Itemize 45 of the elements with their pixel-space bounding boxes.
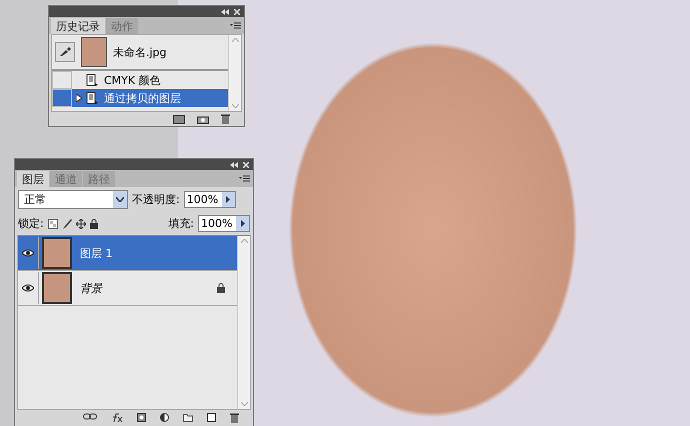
close-icon[interactable] (234, 8, 240, 14)
opacity-label: 不透明度: (132, 192, 180, 207)
move-icon (76, 218, 86, 228)
layer-thumbnail (42, 272, 72, 304)
link-icon (83, 413, 97, 420)
trash-icon (230, 413, 239, 423)
document-icon (86, 74, 98, 86)
collapse-icon[interactable] (230, 162, 238, 168)
mask-icon (137, 413, 146, 422)
blend-mode-dropdown[interactable]: 正常 (18, 190, 128, 209)
triangle-right-icon[interactable] (240, 220, 244, 227)
snapshot-name[interactable]: 未命名.jpg (113, 44, 167, 60)
half-circle-icon (160, 413, 169, 422)
folder-icon (183, 413, 193, 422)
collapse-icon[interactable] (221, 8, 229, 14)
eye-icon[interactable] (22, 249, 34, 257)
panel-tab[interactable]: 历史记录 (51, 18, 105, 34)
panel-tab[interactable]: 图层 (17, 171, 49, 187)
panel-menu-icon[interactable] (230, 22, 241, 29)
eye-icon[interactable] (22, 284, 34, 292)
snapshot-thumbnail (81, 37, 107, 67)
trash-icon (221, 114, 230, 124)
opacity-field[interactable]: 100% (184, 191, 236, 208)
lock-label: 锁定: (18, 216, 44, 231)
history-state[interactable]: 通过拷贝的图层 (52, 89, 228, 107)
triangle-right-icon[interactable] (226, 196, 230, 203)
new-layer-icon (207, 413, 216, 422)
chevron-down-icon (116, 197, 124, 202)
panel-menu-icon[interactable] (239, 175, 250, 182)
fx-icon (111, 413, 123, 422)
padlock-icon (90, 218, 98, 228)
layer-row[interactable]: 背景 (18, 271, 237, 306)
history-brush-icon[interactable] (55, 42, 75, 62)
close-icon[interactable] (243, 162, 249, 168)
document-icon (86, 92, 98, 104)
new-document-icon (173, 114, 185, 124)
current-state-icon (76, 94, 82, 102)
fill-field[interactable]: 100% (198, 215, 250, 232)
checkerboard-icon (48, 218, 58, 228)
layer-thumbnail (42, 237, 72, 269)
camera-icon (197, 114, 209, 124)
history-state[interactable]: CMYK 颜色 (52, 71, 228, 89)
brush-icon (62, 218, 72, 228)
fill-label: 填充: (168, 216, 194, 231)
layer-row[interactable]: 图层 1 (18, 236, 237, 271)
